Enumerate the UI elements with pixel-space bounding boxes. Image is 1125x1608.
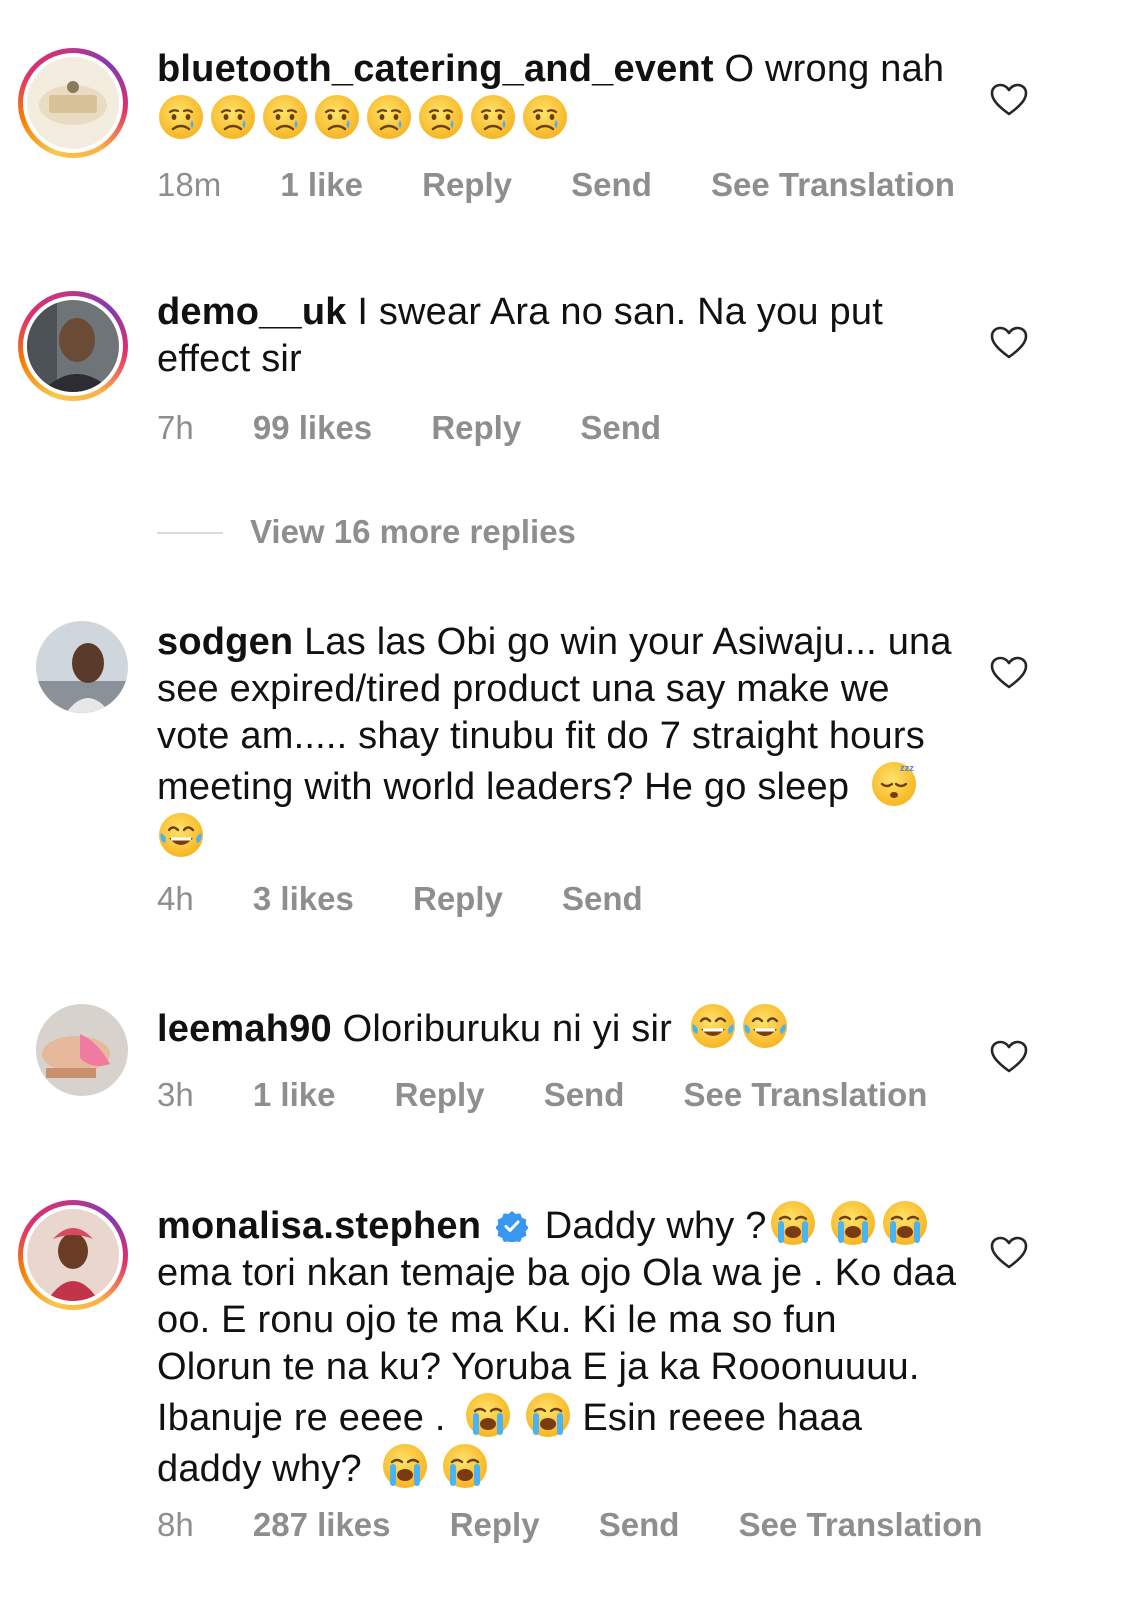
comment-username[interactable]: monalisa.stephen — [157, 1205, 481, 1247]
crying-face-emoji — [521, 93, 569, 141]
comment-time: 3h — [157, 1076, 194, 1113]
like-count[interactable]: 1 like — [253, 1076, 336, 1113]
comment-body: Daddy why ? — [544, 1205, 767, 1247]
loudly-crying-face-emoji — [829, 1199, 877, 1247]
crying-face-emoji — [157, 93, 205, 141]
tears-of-joy-face-emoji — [689, 1002, 737, 1050]
verified-badge-icon — [495, 1211, 528, 1242]
send-button[interactable]: Send — [571, 166, 652, 203]
comment-text: bluetooth_catering_and_event O wrong nah — [157, 46, 957, 144]
reply-button[interactable]: Reply — [450, 1506, 540, 1543]
send-button[interactable]: Send — [544, 1076, 625, 1113]
reply-button[interactable]: Reply — [395, 1076, 485, 1113]
send-button[interactable]: Send — [599, 1506, 680, 1543]
comment-text: demo__uk I swear Ara no san. Na you put … — [157, 289, 957, 383]
like-count[interactable]: 1 like — [280, 166, 363, 203]
see-translation-button[interactable]: See Translation — [684, 1076, 928, 1113]
comment-meta: 18m 1 like Reply Send See Translation — [157, 166, 1005, 204]
send-button[interactable]: Send — [580, 409, 661, 446]
comment-username[interactable]: leemah90 — [157, 1008, 332, 1050]
comment-body: Oloriburuku ni yi sir — [342, 1008, 673, 1050]
loudly-crying-face-emoji — [464, 1391, 512, 1439]
crying-face-emoji — [469, 93, 517, 141]
tears-of-joy-face-emoji — [157, 811, 205, 859]
crying-face-emoji — [365, 93, 413, 141]
sleeping-face-emoji — [870, 760, 918, 808]
comment-username[interactable]: sodgen — [157, 621, 293, 663]
view-more-replies-button[interactable]: View 16 more replies — [250, 513, 576, 551]
loudly-crying-face-emoji — [769, 1199, 817, 1247]
avatar[interactable] — [36, 1004, 128, 1096]
crying-face-emoji — [417, 93, 465, 141]
comment-text: sodgen Las las Obi go win your Asiwaju..… — [157, 619, 957, 862]
loudly-crying-face-emoji — [881, 1199, 929, 1247]
comment-time: 4h — [157, 880, 194, 917]
like-count[interactable]: 3 likes — [253, 880, 354, 917]
heart-icon[interactable] — [990, 1040, 1028, 1074]
send-button[interactable]: Send — [562, 880, 643, 917]
heart-icon[interactable] — [990, 83, 1028, 117]
see-translation-button[interactable]: See Translation — [739, 1506, 983, 1543]
comment-time: 8h — [157, 1506, 194, 1543]
comment-time: 7h — [157, 409, 194, 446]
crying-face-emoji — [261, 93, 309, 141]
reply-button[interactable]: Reply — [422, 166, 512, 203]
heart-icon[interactable] — [990, 326, 1028, 360]
comment-meta: 4h 3 likes Reply Send — [157, 880, 693, 918]
comment-body: O wrong nah — [724, 48, 945, 90]
heart-icon[interactable] — [990, 656, 1028, 690]
loudly-crying-face-emoji — [524, 1391, 572, 1439]
heart-icon[interactable] — [990, 1236, 1028, 1270]
comment-text: monalisa.stephen Daddy why ?ema tori nka… — [157, 1199, 957, 1493]
avatar[interactable] — [27, 1209, 119, 1301]
crying-face-emoji — [209, 93, 257, 141]
comment-text: leemah90 Oloriburuku ni yi sir — [157, 1002, 957, 1053]
crying-face-emoji — [313, 93, 361, 141]
comment-meta: 3h 1 like Reply Send See Translation — [157, 1076, 977, 1114]
avatar[interactable] — [27, 57, 119, 149]
like-count[interactable]: 99 likes — [253, 409, 372, 446]
comment-meta: 8h 287 likes Reply Send See Translation — [157, 1506, 1033, 1544]
avatar[interactable] — [27, 300, 119, 392]
comment-username[interactable]: demo__uk — [157, 291, 347, 333]
replies-divider — [157, 532, 223, 534]
see-translation-button[interactable]: See Translation — [711, 166, 955, 203]
loudly-crying-face-emoji — [381, 1442, 429, 1490]
avatar[interactable] — [36, 621, 128, 713]
like-count[interactable]: 287 likes — [253, 1506, 391, 1543]
reply-button[interactable]: Reply — [431, 409, 521, 446]
emoji-group — [157, 99, 573, 141]
tears-of-joy-face-emoji — [741, 1002, 789, 1050]
comment-time: 18m — [157, 166, 222, 203]
comment-meta: 7h 99 likes Reply Send — [157, 409, 711, 447]
loudly-crying-face-emoji — [441, 1442, 489, 1490]
comment-username[interactable]: bluetooth_catering_and_event — [157, 48, 714, 90]
reply-button[interactable]: Reply — [413, 880, 503, 917]
